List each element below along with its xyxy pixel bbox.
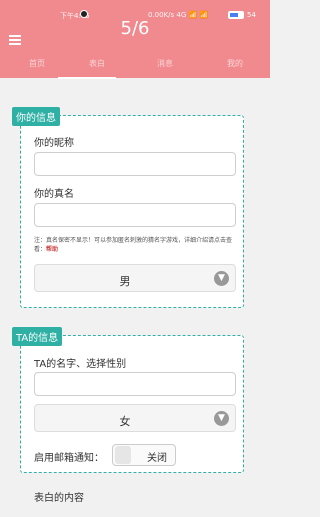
app-header: 下午4:45 0.00K/s 4G 📶 📶 54 5/6 首页 表白 消息 我的 bbox=[0, 0, 270, 78]
nickname-input[interactable] bbox=[34, 152, 236, 176]
ta-info-tag: TA的信息 bbox=[12, 327, 63, 346]
toggle-knob bbox=[115, 446, 131, 464]
realname-input[interactable] bbox=[34, 203, 236, 227]
tab-confession[interactable]: 表白 bbox=[62, 58, 132, 69]
tab-bar: 首页 表白 消息 我的 bbox=[0, 52, 270, 78]
your-gender-select[interactable]: 男 ▼ bbox=[34, 264, 236, 292]
page-indicator: 5/6 bbox=[120, 18, 150, 39]
ta-name-input[interactable] bbox=[34, 372, 236, 396]
nickname-label: 你的昵称 bbox=[34, 138, 74, 149]
chevron-down-icon: ▼ bbox=[214, 271, 229, 286]
realname-note: 注：真名保密不显示！可以参加匿名刺激的猜名字游戏，详细介绍请点击查看：帮助 bbox=[34, 236, 240, 254]
ta-gender-select[interactable]: 女 ▼ bbox=[34, 404, 236, 432]
email-notify-label: 启用邮箱通知： bbox=[34, 453, 104, 464]
tab-messages[interactable]: 消息 bbox=[130, 58, 200, 69]
notification-dot-icon bbox=[80, 10, 88, 18]
help-link[interactable]: 帮助 bbox=[46, 246, 58, 253]
email-notify-toggle[interactable]: 关闭 bbox=[112, 444, 176, 466]
confession-content-label: 表白的内容 bbox=[34, 493, 84, 504]
tab-mine[interactable]: 我的 bbox=[200, 58, 270, 69]
toggle-state-text: 关闭 bbox=[147, 453, 167, 464]
your-gender-value: 男 bbox=[119, 275, 131, 288]
ta-name-label: TA的名字、选择性别 bbox=[34, 359, 127, 370]
chevron-down-icon: ▼ bbox=[214, 411, 229, 426]
realname-note-text: 注：真名保密不显示！可以参加匿名刺激的猜名字游戏，详细介绍请点击查看： bbox=[34, 237, 233, 253]
your-info-tag: 你的信息 bbox=[12, 107, 60, 126]
active-tab-indicator bbox=[58, 77, 116, 79]
ta-gender-value: 女 bbox=[119, 415, 131, 428]
realname-label: 你的真名 bbox=[34, 189, 74, 200]
